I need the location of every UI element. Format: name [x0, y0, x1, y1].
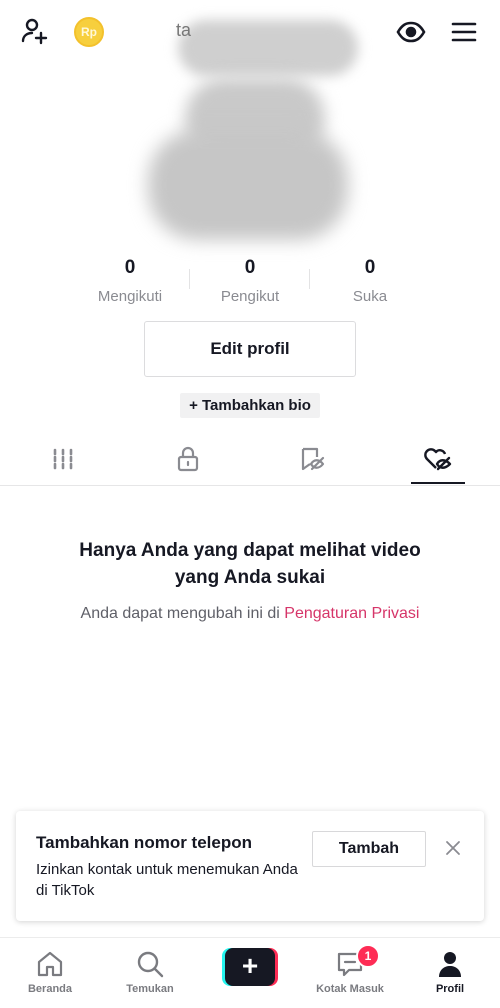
- empty-title-line1: Hanya Anda yang dapat melihat video: [79, 540, 421, 561]
- likes-label: Suka: [352, 288, 388, 305]
- username: ta: [176, 20, 192, 40]
- add-bio-button[interactable]: + Tambahkan bio: [180, 393, 320, 418]
- profile-tabs: [0, 437, 500, 486]
- nav-profile[interactable]: Profil: [400, 938, 500, 1008]
- stat-followers[interactable]: 0 Pengikut: [190, 252, 310, 312]
- stat-likes[interactable]: 0 Suka: [310, 252, 430, 312]
- banner-text: Izinkan kontak untuk menemukan Anda di T…: [36, 861, 298, 899]
- lock-icon: [176, 446, 200, 477]
- add-phone-banner: Tambahkan nomor telepon Izinkan kontak u…: [16, 811, 484, 921]
- coin-icon[interactable]: Rp: [74, 17, 104, 47]
- close-icon[interactable]: [442, 837, 464, 859]
- add-user-icon[interactable]: [18, 14, 52, 48]
- menu-icon[interactable]: [448, 16, 480, 48]
- nav-profile-label: Profil: [435, 983, 465, 995]
- nav-home[interactable]: Beranda: [0, 938, 100, 1008]
- tab-favorites[interactable]: [250, 437, 375, 485]
- following-count: 0: [124, 257, 136, 278]
- following-label: Mengikuti: [97, 288, 163, 305]
- home-icon: [34, 948, 66, 980]
- tab-videos[interactable]: [0, 437, 125, 485]
- tab-liked[interactable]: [375, 437, 500, 485]
- empty-subtitle-text: Anda dapat mengubah ini di: [80, 605, 285, 622]
- likes-count: 0: [364, 257, 376, 278]
- tab-private[interactable]: [125, 437, 250, 485]
- empty-state-title: Hanya Anda yang dapat melihat video yang…: [50, 537, 450, 591]
- top-bar: Rp ta: [0, 0, 500, 76]
- inbox-badge: 1: [356, 944, 380, 968]
- add-phone-button[interactable]: Tambah: [312, 831, 426, 867]
- bottom-nav: Beranda Temukan + 1 Kotak Masuk Profil: [0, 937, 500, 1008]
- grid-icon: [51, 448, 75, 475]
- bookmark-hidden-icon: [299, 446, 327, 477]
- nav-inbox[interactable]: 1 Kotak Masuk: [300, 938, 400, 1008]
- plus-icon: +: [220, 948, 280, 986]
- search-icon: [134, 948, 166, 980]
- nav-create[interactable]: +: [200, 938, 300, 1008]
- stat-following[interactable]: 0 Mengikuti: [70, 252, 190, 312]
- heart-hidden-icon: [423, 446, 453, 477]
- privacy-settings-link[interactable]: Pengaturan Privasi: [284, 605, 419, 622]
- nav-discover-label: Temukan: [126, 983, 174, 995]
- profile-stats: 0 Mengikuti 0 Pengikut 0 Suka: [70, 252, 430, 312]
- empty-state-subtitle: Anda dapat mengubah ini di Pengaturan Pr…: [30, 605, 470, 623]
- avatar[interactable]: [148, 130, 348, 240]
- followers-count: 0: [244, 257, 256, 278]
- active-tab-indicator: [411, 482, 465, 484]
- nav-discover[interactable]: Temukan: [100, 938, 200, 1008]
- edit-profile-button[interactable]: Edit profil: [144, 321, 356, 377]
- username-blur: [178, 20, 358, 76]
- banner-title: Tambahkan nomor telepon: [36, 833, 252, 852]
- nav-inbox-label: Kotak Masuk: [316, 983, 384, 995]
- nav-home-label: Beranda: [27, 983, 73, 995]
- add-button-core: +: [225, 948, 275, 986]
- eye-icon[interactable]: [394, 16, 428, 48]
- followers-label: Pengikut: [220, 288, 280, 305]
- profile-icon: [434, 948, 466, 980]
- empty-title-line2: yang Anda sukai: [174, 567, 326, 588]
